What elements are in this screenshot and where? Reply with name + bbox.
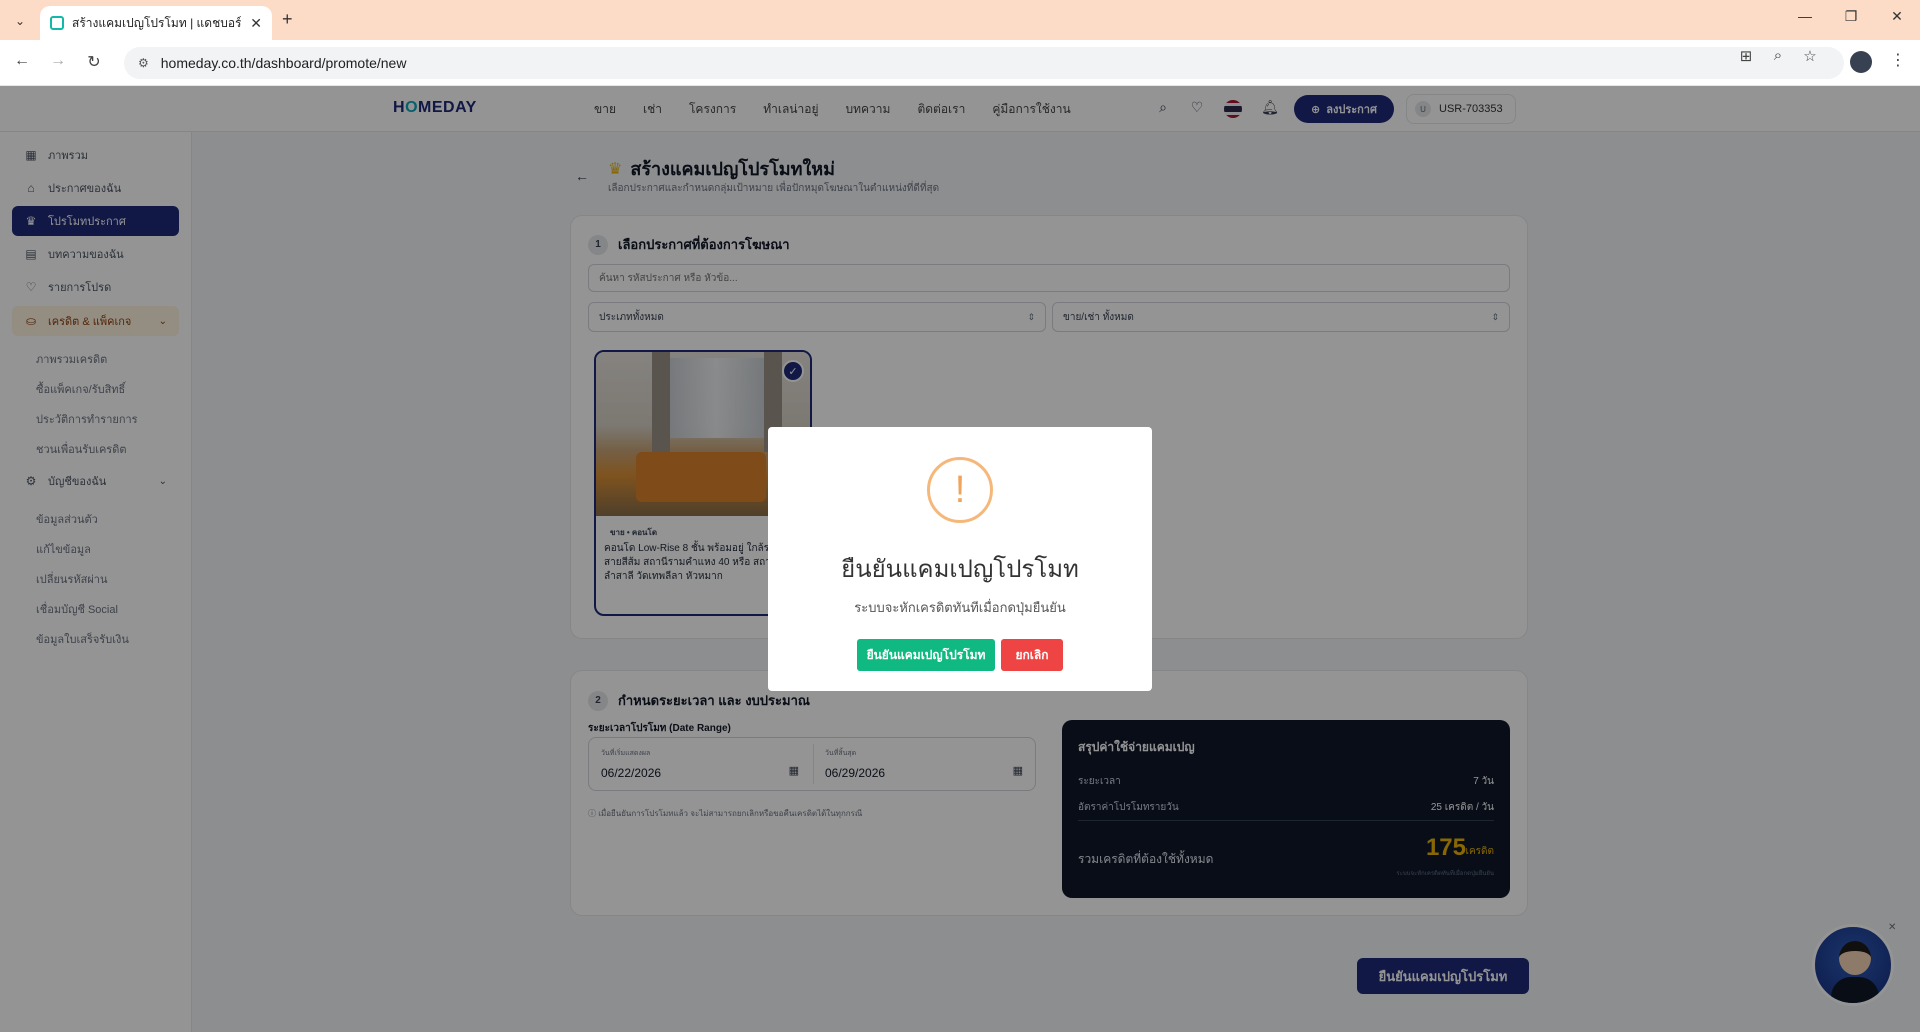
back-icon[interactable]: ← xyxy=(10,52,34,70)
browser-toolbar: ← → ↻ ⚙ homeday.co.th/dashboard/promote/… xyxy=(0,40,1920,86)
modal-cancel-button[interactable]: ยกเลิก xyxy=(1001,639,1063,671)
zoom-icon[interactable]: ⌕ xyxy=(1766,47,1790,64)
address-bar[interactable]: ⚙ homeday.co.th/dashboard/promote/new xyxy=(124,47,1844,79)
confirm-modal: ! ยืนยันแคมเปญโปรโมท ระบบจะหักเครดิตทันท… xyxy=(768,427,1152,691)
profile-avatar[interactable] xyxy=(1850,51,1872,73)
warning-icon: ! xyxy=(927,457,993,523)
favicon-icon xyxy=(50,16,64,30)
browser-menu-icon[interactable]: ⋮ xyxy=(1890,50,1906,70)
url-text: homeday.co.th/dashboard/promote/new xyxy=(160,55,407,71)
browser-tabbar: ⌄ สร้างแคมเปญโปรโมท | แดชบอร์ด ✕ + — ❐ ✕ xyxy=(0,0,1920,40)
tab-close-icon[interactable]: ✕ xyxy=(250,15,262,32)
restore-icon[interactable]: ❐ xyxy=(1836,8,1866,25)
minimize-icon[interactable]: — xyxy=(1790,8,1820,24)
reload-icon[interactable]: ↻ xyxy=(82,52,106,72)
browser-tab[interactable]: สร้างแคมเปญโปรโมท | แดชบอร์ด ✕ xyxy=(40,6,272,40)
tab-list-chevron-icon[interactable]: ⌄ xyxy=(8,9,32,33)
modal-title: ยืนยันแคมเปญโปรโมท xyxy=(841,556,1079,583)
site-info-icon[interactable]: ⚙ xyxy=(138,56,149,70)
modal-confirm-button[interactable]: ยืนยันแคมเปญโปรโมท xyxy=(857,639,995,671)
bookmark-star-icon[interactable]: ☆ xyxy=(1798,47,1822,65)
modal-text: ระบบจะหักเครดิตทันทีเมื่อกดปุ่มยืนยัน xyxy=(854,600,1066,615)
new-tab-icon[interactable]: + xyxy=(282,9,293,30)
translate-icon[interactable]: ⊞ xyxy=(1734,47,1758,65)
tab-title: สร้างแคมเปญโปรโมท | แดชบอร์ด xyxy=(72,15,243,30)
forward-icon[interactable]: → xyxy=(46,52,70,70)
window-close-icon[interactable]: ✕ xyxy=(1882,8,1912,25)
